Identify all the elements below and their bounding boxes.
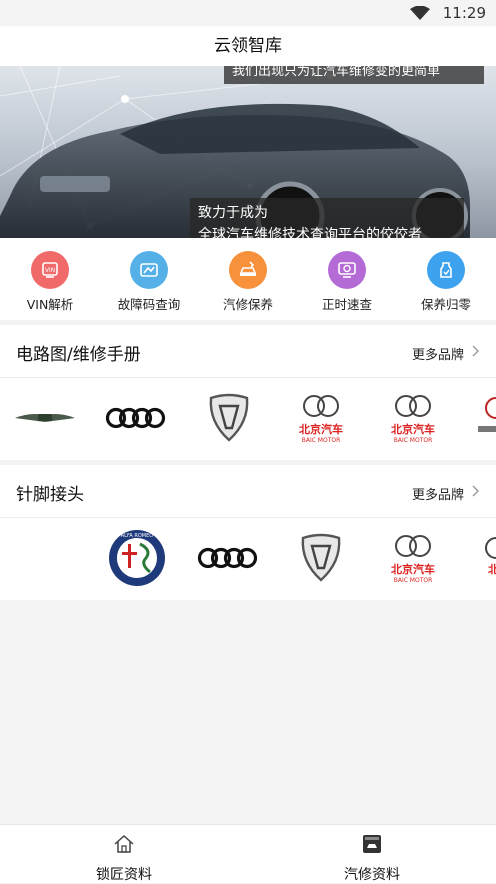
quick-action-label: 汽修保养 bbox=[222, 297, 273, 312]
quick-action-label: VIN解析 bbox=[26, 297, 74, 312]
tab-car-repair[interactable]: 汽修资料 bbox=[248, 825, 496, 883]
timing-icon bbox=[328, 251, 366, 289]
chevron-right-icon[interactable] bbox=[470, 485, 482, 497]
banner-slogan: 我们出现只为让汽车维修变的更简单 bbox=[224, 66, 484, 84]
quick-action-vin[interactable]: VIN VIN解析 bbox=[0, 238, 100, 320]
more-brands-link[interactable]: 更多品牌 bbox=[412, 344, 464, 363]
wifi-icon bbox=[410, 6, 430, 20]
section-title: 电路图/维修手册 bbox=[16, 345, 141, 365]
section-pin-connectors: 针脚接头 更多品牌 ALFA ROMEO 北京汽车 BAIC MOTOR 北 bbox=[0, 465, 496, 600]
aston-martin-logo[interactable] bbox=[10, 388, 80, 448]
svg-text:VIN: VIN bbox=[45, 267, 55, 274]
status-bar: 11:29 bbox=[0, 0, 496, 26]
quick-actions: VIN VIN解析 故障码查询 汽修保养 正时速查 保养归零 bbox=[0, 238, 496, 320]
status-time: 11:29 bbox=[442, 4, 486, 22]
banner-caption-line2: 全球汽车维修技术查询平台的佼佼者 bbox=[198, 227, 422, 238]
vin-icon: VIN bbox=[31, 251, 69, 289]
baic-motor-logo[interactable]: 北京汽车 BAIC MOTOR bbox=[378, 528, 448, 588]
audi-logo[interactable] bbox=[102, 388, 172, 448]
audi-logo[interactable] bbox=[194, 528, 264, 588]
brand-name-en: BAIC MOTOR bbox=[394, 437, 433, 444]
banner-caption: 致力于成为 全球汽车维修技术查询平台的佼佼者 bbox=[190, 198, 464, 238]
baic-shield-logo[interactable] bbox=[286, 528, 356, 588]
partial-brand-logo[interactable]: 北 bbox=[466, 528, 496, 588]
tab-label: 汽修资料 bbox=[344, 867, 400, 883]
maintenance-reset-icon bbox=[427, 251, 465, 289]
page-title: 云领智库 bbox=[214, 36, 282, 56]
tab-label: 锁匠资料 bbox=[96, 867, 152, 883]
app-title-bar: 云领智库 bbox=[0, 26, 496, 66]
brand-name-cn: 北京汽车 bbox=[391, 562, 435, 576]
brand-logo-row: 北京汽车 BAIC MOTOR 北京汽车 BAIC MOTOR bbox=[0, 378, 496, 460]
alfa-romeo-logo[interactable]: ALFA ROMEO bbox=[102, 528, 172, 588]
section-header: 电路图/维修手册 更多品牌 bbox=[0, 325, 496, 378]
quick-action-label: 保养归零 bbox=[420, 297, 471, 312]
brand-logo-row: ALFA ROMEO 北京汽车 BAIC MOTOR 北 bbox=[0, 518, 496, 600]
banner-caption-line1: 致力于成为 bbox=[198, 205, 268, 221]
baic-motor-logo[interactable]: 北京汽车 BAIC MOTOR bbox=[378, 388, 448, 448]
baic-motor-logo[interactable]: 北京汽车 BAIC MOTOR bbox=[286, 388, 356, 448]
fault-code-icon bbox=[130, 251, 168, 289]
brand-name-en: BAIC MOTOR bbox=[302, 437, 341, 444]
baic-shield-logo[interactable] bbox=[194, 388, 264, 448]
section-title: 针脚接头 bbox=[16, 485, 84, 505]
tab-locksmith[interactable]: 锁匠资料 bbox=[0, 825, 248, 883]
brand-name-cn: 北京汽车 bbox=[299, 422, 343, 436]
bottom-tab-bar: 锁匠资料 汽修资料 bbox=[0, 824, 496, 883]
quick-action-reset[interactable]: 保养归零 bbox=[396, 238, 496, 320]
partial-brand-logo[interactable] bbox=[466, 388, 496, 448]
brand-name-cn: 北京汽车 bbox=[391, 422, 435, 436]
quick-action-fault-code[interactable]: 故障码查询 bbox=[99, 238, 199, 320]
home-icon bbox=[114, 834, 134, 853]
car-maintenance-icon bbox=[229, 251, 267, 289]
quick-action-label: 故障码查询 bbox=[117, 297, 181, 312]
quick-action-label: 正时速查 bbox=[321, 297, 372, 312]
section-header: 针脚接头 更多品牌 bbox=[0, 465, 496, 518]
brand-name-en: BAIC MOTOR bbox=[394, 577, 433, 584]
quick-action-maintenance[interactable]: 汽修保养 bbox=[198, 238, 298, 320]
svg-text:北: 北 bbox=[488, 562, 496, 576]
chevron-right-icon[interactable] bbox=[470, 345, 482, 357]
brand-name-alfa: ALFA ROMEO bbox=[121, 533, 154, 539]
section-wiring-manuals: 电路图/维修手册 更多品牌 北京汽车 BAIC MOTOR 北京汽车 BAIC … bbox=[0, 325, 496, 460]
more-brands-link[interactable]: 更多品牌 bbox=[412, 484, 464, 503]
quick-action-timing[interactable]: 正时速查 bbox=[297, 238, 397, 320]
car-manual-icon bbox=[363, 835, 381, 853]
promo-banner[interactable]: 我们出现只为让汽车维修变的更简单 致力于成为 全球汽车维修技术查询平台的佼佼者 bbox=[0, 66, 496, 238]
